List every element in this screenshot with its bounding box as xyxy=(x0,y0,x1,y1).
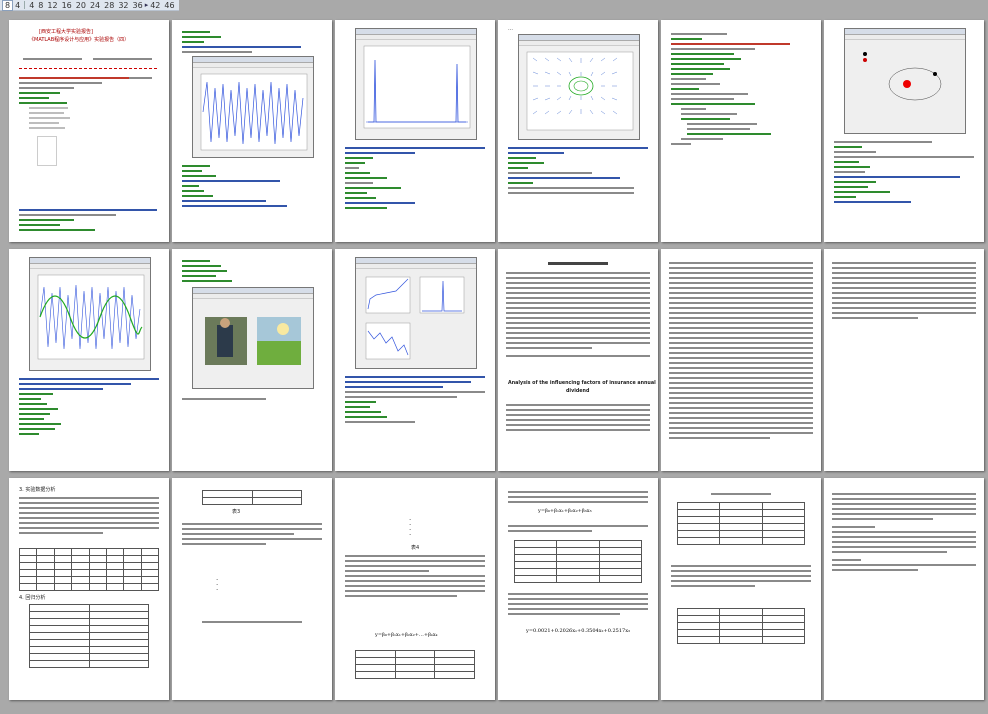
zoom-toolbar: 8 4 4 8 12 16 20 24 28 32 36 ▸ 42 46 xyxy=(0,0,179,11)
zoom-option[interactable]: 4 xyxy=(27,1,36,10)
figure-window xyxy=(192,56,314,158)
page-text: … xyxy=(508,26,513,32)
zoom-option[interactable]: 28 xyxy=(102,1,116,10)
subplot-grid xyxy=(356,269,476,367)
page-thumbnail[interactable] xyxy=(661,20,821,242)
results-table xyxy=(676,502,806,545)
page-thumbnail[interactable] xyxy=(661,478,821,700)
oscillation-plot xyxy=(200,73,308,151)
page-thumbnail[interactable] xyxy=(335,20,495,242)
body-text xyxy=(669,259,813,442)
table-caption: 表3 xyxy=(232,509,241,515)
page-thumbnail[interactable]: Analysis of the influencing factors of i… xyxy=(498,249,658,471)
figure-window xyxy=(844,28,966,134)
figure-window xyxy=(192,287,314,389)
page-thumbnail[interactable]: y=β₀+β₁x₁+β₂x₂+β₃x₃ y=0.0021+0.2026x₁+0.… xyxy=(498,478,658,700)
page-thumbnail[interactable]: · · · · 表4 y=β₀+β₁x₁+β₂x₂+…+βₖxₖ xyxy=(335,478,495,700)
dual-curve-plot xyxy=(37,274,145,360)
page-thumbnail[interactable] xyxy=(9,249,169,471)
page-thumbnail[interactable] xyxy=(661,249,821,471)
report-header: [西安工程大学实验报告] xyxy=(39,29,93,35)
report-subheader: 《MATLAB程序设计与应用》实验报告（四） xyxy=(29,37,130,43)
coefficient-table xyxy=(355,650,475,679)
zoom-option[interactable]: 16 xyxy=(60,1,74,10)
page-thumbnail[interactable] xyxy=(824,20,984,242)
body-text xyxy=(832,259,976,322)
regression-table xyxy=(29,604,149,668)
zoom-option[interactable]: 8 xyxy=(36,1,45,10)
zoom-option[interactable]: 36 xyxy=(131,1,145,10)
summary-table xyxy=(202,490,302,505)
zoom-option[interactable]: 8 xyxy=(2,0,14,11)
vector-field-plot xyxy=(526,51,634,131)
page-thumbnail[interactable]: [西安工程大学实验报告] 《MATLAB程序设计与应用》实验报告（四） xyxy=(9,20,169,242)
page-thumbnail[interactable] xyxy=(824,249,984,471)
zoom-option[interactable]: 12 xyxy=(45,1,59,10)
page-thumbnail[interactable]: 3. 实验数据分析 4. 回归分析 xyxy=(9,478,169,700)
orbit-plot xyxy=(845,40,965,132)
equation: y=β₀+β₁x₁+β₂x₂+β₃x₃ xyxy=(538,508,592,514)
page-thumbnail[interactable] xyxy=(172,20,332,242)
paper-title-line2: dividend xyxy=(566,389,590,394)
equation: y=β₀+β₁x₁+β₂x₂+…+βₖxₖ xyxy=(375,632,438,638)
page-thumbnail[interactable] xyxy=(335,249,495,471)
divider xyxy=(24,1,26,9)
zoom-option[interactable]: 24 xyxy=(88,1,102,10)
figure-window xyxy=(29,257,151,371)
section-heading: 4. 回归分析 xyxy=(19,595,46,601)
data-table xyxy=(18,548,160,591)
zoom-option[interactable]: 32 xyxy=(116,1,130,10)
page-thumbnail[interactable]: … xyxy=(498,20,658,242)
section-heading: 3. 实验数据分析 xyxy=(19,487,56,493)
body-text xyxy=(832,490,976,574)
fitted-equation: y=0.0021+0.2026x₁+0.3504x₂+0.2517x₃ xyxy=(526,628,631,634)
zoom-option[interactable]: 4 xyxy=(13,1,22,10)
image-pair xyxy=(193,299,313,387)
spectrum-plot xyxy=(363,45,471,129)
figure-window xyxy=(355,257,477,369)
page-thumbnail[interactable] xyxy=(824,478,984,700)
page-thumbnail[interactable] xyxy=(172,249,332,471)
zoom-option[interactable]: 42 xyxy=(148,1,162,10)
anova-table xyxy=(513,540,643,583)
paper-title: Analysis of the influencing factors of i… xyxy=(508,381,656,386)
table-caption: 表4 xyxy=(411,545,420,551)
page-thumbnail[interactable]: 表3 · · · xyxy=(172,478,332,700)
zoom-option[interactable]: 20 xyxy=(74,1,88,10)
zoom-option[interactable]: 46 xyxy=(162,1,176,10)
figure-window xyxy=(518,34,640,140)
figure-window xyxy=(355,28,477,140)
results-table-2 xyxy=(676,608,806,644)
